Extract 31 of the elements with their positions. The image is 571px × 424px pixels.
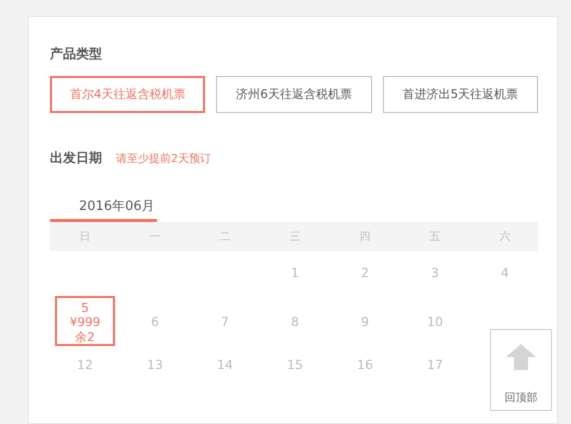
weekday-label: 一	[148, 229, 162, 244]
weekday-label: 三	[288, 229, 302, 244]
product-option[interactable]: 济州6天往返含税机票	[216, 76, 372, 113]
weekday-label: 六	[498, 229, 512, 244]
date-cell[interactable]: 8	[291, 314, 299, 328]
back-to-top-button[interactable]: 回顶部	[490, 329, 552, 411]
product-option[interactable]: 首尔4天往返含税机票	[50, 76, 206, 113]
date-cell[interactable]: 3	[431, 264, 439, 280]
date-cell[interactable]: 4	[501, 264, 509, 280]
date-cell[interactable]: 5 ¥999 余2	[55, 296, 115, 346]
date-cell[interactable]: 6	[151, 314, 159, 328]
weekday-label: 五	[428, 229, 442, 244]
section-title: 出发日期	[50, 150, 102, 167]
date-cell[interactable]: 16	[357, 356, 373, 372]
date-cell[interactable]: 1	[291, 264, 299, 280]
weekday-label: 日	[78, 229, 92, 244]
date-cell[interactable]: 7	[221, 314, 229, 328]
date-cell[interactable]: 9	[361, 314, 369, 328]
arrow-up-icon	[506, 344, 536, 370]
date-cell[interactable]: 10	[427, 314, 443, 328]
date-cell[interactable]: 12	[77, 356, 93, 372]
section-title: 产品类型	[50, 46, 103, 62]
product-option[interactable]: 首进济出5天往返机票	[382, 76, 538, 113]
date-cell[interactable]: 13	[147, 356, 163, 372]
date-cell[interactable]: 2	[361, 264, 369, 280]
date-cell[interactable]: 17	[427, 356, 443, 372]
date-cell[interactable]: 14	[217, 356, 233, 372]
weekday-label: 二	[218, 229, 232, 244]
date-cell[interactable]: 15	[287, 356, 303, 372]
weekday-label: 四	[358, 229, 372, 244]
hint-text: 请至少提前2天预订	[116, 150, 211, 166]
